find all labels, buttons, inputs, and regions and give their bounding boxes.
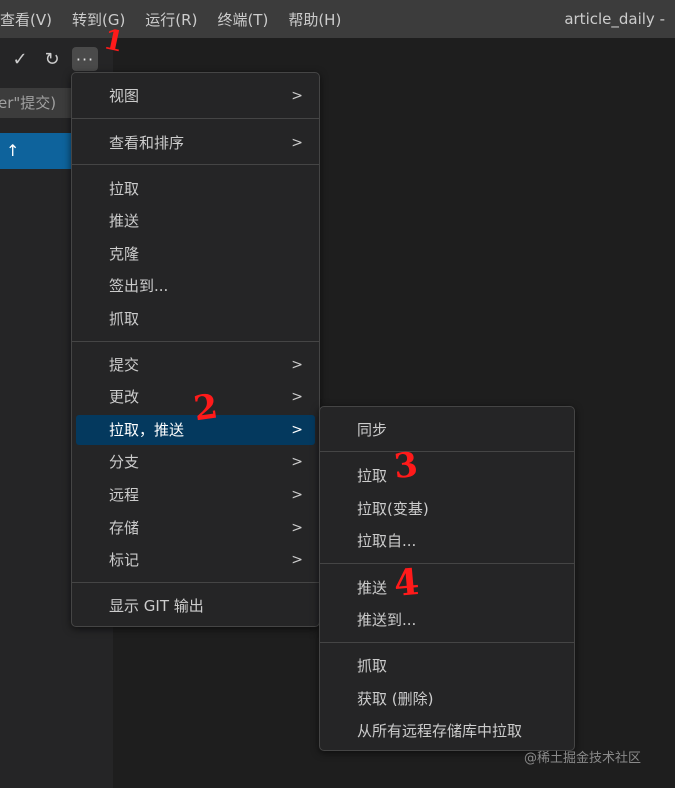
menu-item-label: 更改 bbox=[109, 388, 140, 406]
menu-item-show-git-output[interactable]: 显示 GIT 输出 bbox=[76, 591, 315, 621]
arrow-up-icon: ↑ bbox=[6, 141, 20, 160]
menu-item-label: 拉取自... bbox=[357, 532, 417, 550]
chevron-right-icon: > bbox=[291, 422, 303, 438]
menu-item-label: 拉取(变基) bbox=[357, 500, 429, 518]
commit-message-input[interactable]: er"提交) bbox=[0, 88, 75, 118]
menu-item-label: 显示 GIT 输出 bbox=[109, 597, 204, 615]
menu-item-label: 视图 bbox=[109, 87, 140, 105]
commit-button[interactable]: ↑ bbox=[0, 133, 75, 169]
check-icon[interactable]: ✓ bbox=[8, 48, 32, 70]
menu-item-label: 存储 bbox=[109, 519, 140, 537]
menu-item-checkout[interactable]: 签出到... bbox=[76, 271, 315, 301]
menu-separator bbox=[72, 341, 319, 342]
menu-item-label: 签出到... bbox=[109, 277, 169, 295]
submenu-item-push[interactable]: 推送 bbox=[324, 573, 570, 603]
chevron-right-icon: > bbox=[291, 552, 303, 568]
submenu-item-fetch-prune[interactable]: 获取 (删除) bbox=[324, 684, 570, 714]
menu-separator bbox=[72, 582, 319, 583]
menu-item-label: 远程 bbox=[109, 486, 140, 504]
menu-separator bbox=[320, 563, 574, 564]
menu-item-label: 分支 bbox=[109, 453, 140, 471]
menu-item-push[interactable]: 推送 bbox=[76, 206, 315, 236]
menu-item-label: 拉取 bbox=[109, 180, 140, 198]
menu-item-label: 提交 bbox=[109, 356, 140, 374]
menu-item-clone[interactable]: 克隆 bbox=[76, 239, 315, 269]
menu-item-label: 推送 bbox=[357, 579, 388, 597]
menu-item-label: 推送 bbox=[109, 212, 140, 230]
chevron-right-icon: > bbox=[291, 389, 303, 405]
annotation-4: 4 bbox=[392, 560, 421, 606]
menu-separator bbox=[72, 118, 319, 119]
menu-item-label: 推送到... bbox=[357, 611, 417, 629]
menu-item-label: 同步 bbox=[357, 421, 388, 439]
submenu-item-sync[interactable]: 同步 bbox=[324, 415, 570, 445]
menu-item-view[interactable]: 视图 > bbox=[76, 81, 315, 111]
menu-item-label: 标记 bbox=[109, 551, 140, 569]
chevron-right-icon: > bbox=[291, 520, 303, 536]
menu-item-tags[interactable]: 标记 > bbox=[76, 545, 315, 575]
menu-item-label: 从所有远程存储库中拉取 bbox=[357, 722, 523, 740]
menu-item-label: 拉取，推送 bbox=[109, 421, 185, 439]
window-title: article_daily - bbox=[564, 10, 665, 28]
chevron-right-icon: > bbox=[291, 454, 303, 470]
menu-item-commit[interactable]: 提交 > bbox=[76, 350, 315, 380]
menu-item-label: 抓取 bbox=[357, 657, 388, 675]
submenu-item-pull[interactable]: 拉取 bbox=[324, 461, 570, 491]
menu-item-label: 抓取 bbox=[109, 310, 140, 328]
annotation-3: 3 bbox=[391, 444, 420, 488]
menu-item-remote[interactable]: 远程 > bbox=[76, 480, 315, 510]
menu-item-branch[interactable]: 分支 > bbox=[76, 447, 315, 477]
pull-push-submenu: 同步 拉取 拉取(变基) 拉取自... 推送 推送到... 抓取 获取 (删除)… bbox=[319, 406, 575, 751]
submenu-item-pull-all-remotes[interactable]: 从所有远程存储库中拉取 bbox=[324, 716, 570, 746]
chevron-right-icon: > bbox=[291, 487, 303, 503]
menu-separator bbox=[320, 642, 574, 643]
refresh-icon[interactable]: ↻ bbox=[40, 48, 64, 70]
submenu-item-fetch[interactable]: 抓取 bbox=[324, 651, 570, 681]
menu-item-label: 克隆 bbox=[109, 245, 140, 263]
menu-separator bbox=[320, 451, 574, 452]
menu-item-pull[interactable]: 拉取 bbox=[76, 174, 315, 204]
more-icon[interactable]: ··· bbox=[72, 47, 98, 71]
commit-placeholder: er"提交) bbox=[0, 94, 57, 112]
menu-item-label: 查看和排序 bbox=[109, 134, 185, 152]
menu-item-view-sort[interactable]: 查看和排序 > bbox=[76, 128, 315, 158]
menu-help[interactable]: 帮助(H) bbox=[278, 9, 351, 30]
menu-item-stash[interactable]: 存储 > bbox=[76, 513, 315, 543]
chevron-right-icon: > bbox=[291, 357, 303, 373]
chevron-right-icon: > bbox=[291, 135, 303, 151]
menu-bar: 查看(V) 转到(G) 运行(R) 终端(T) 帮助(H) article_da… bbox=[0, 0, 675, 38]
submenu-item-push-to[interactable]: 推送到... bbox=[324, 605, 570, 635]
chevron-right-icon: > bbox=[291, 88, 303, 104]
menu-item-fetch[interactable]: 抓取 bbox=[76, 304, 315, 334]
more-actions-menu: 视图 > 查看和排序 > 拉取 推送 克隆 签出到... 抓取 提交 > 更改 … bbox=[71, 72, 320, 627]
watermark: @稀土掘金技术社区 bbox=[524, 751, 642, 766]
menu-view[interactable]: 查看(V) bbox=[0, 9, 62, 30]
menu-item-label: 获取 (删除) bbox=[357, 690, 434, 708]
menu-terminal[interactable]: 终端(T) bbox=[207, 9, 278, 30]
menu-item-label: 拉取 bbox=[357, 467, 388, 485]
submenu-item-pull-rebase[interactable]: 拉取(变基) bbox=[324, 494, 570, 524]
submenu-item-pull-from[interactable]: 拉取自... bbox=[324, 526, 570, 556]
menu-separator bbox=[72, 164, 319, 165]
menu-run[interactable]: 运行(R) bbox=[135, 9, 207, 30]
